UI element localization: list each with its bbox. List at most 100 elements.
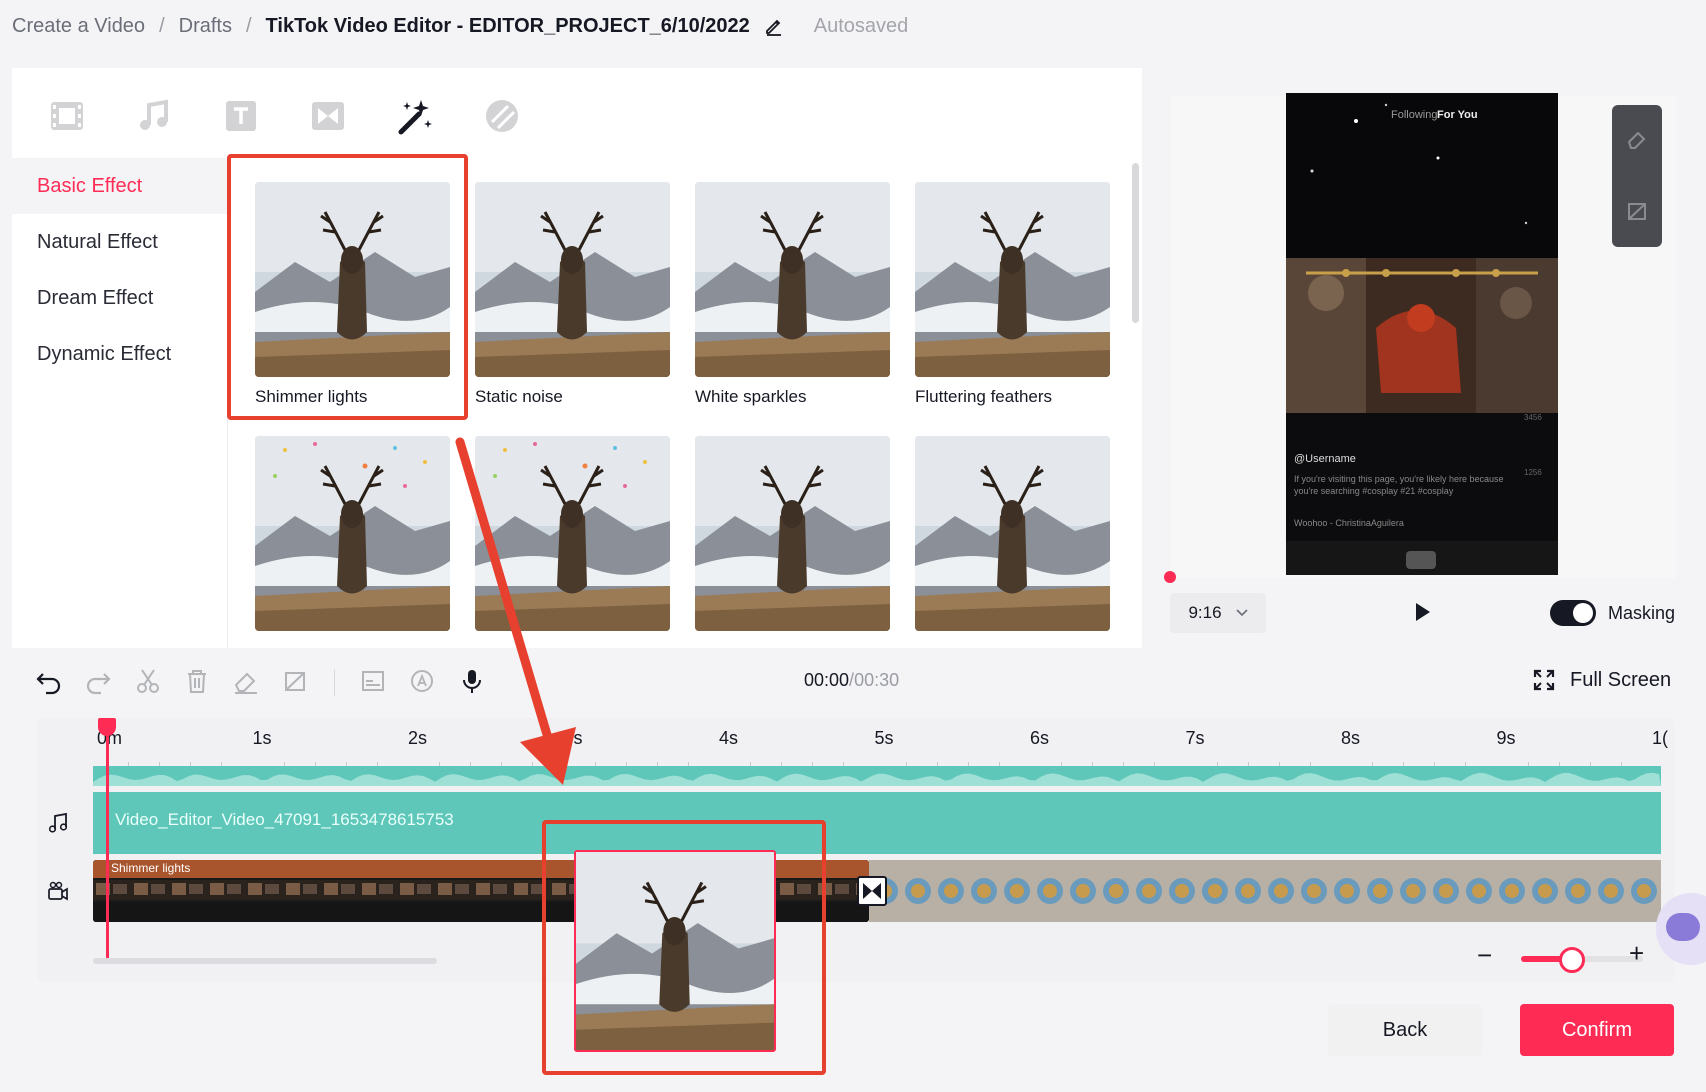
- category-dream-effect[interactable]: Dream Effect: [12, 270, 227, 326]
- fullscreen-label: Full Screen: [1570, 668, 1672, 691]
- category-dynamic-effect[interactable]: Dynamic Effect: [12, 326, 227, 382]
- microphone-icon[interactable]: [457, 666, 487, 696]
- video-camera-icon: [48, 881, 68, 901]
- effect-tile-white-sparkles[interactable]: White sparkles: [695, 182, 890, 407]
- phone-preview: Following For You @Username If you're vi…: [1286, 93, 1558, 575]
- video-clip-2[interactable]: [869, 860, 1661, 922]
- preview-side-tools: [1612, 105, 1662, 247]
- effect-tile[interactable]: [695, 436, 890, 641]
- ruler-label: 2s: [408, 728, 428, 748]
- eraser-icon[interactable]: [231, 666, 261, 696]
- video-icon[interactable]: [47, 96, 87, 136]
- aspect-ratio-value: 9:16: [1188, 603, 1222, 622]
- ruler-label: 1s: [252, 728, 272, 748]
- crop-icon[interactable]: [1625, 199, 1649, 223]
- progress-indicator[interactable]: [1164, 571, 1176, 583]
- phone-music: Woohoo - ChristinaAguilera: [1294, 518, 1404, 528]
- tutorial-highlight-box: [227, 154, 468, 420]
- effect-tile[interactable]: [915, 436, 1110, 641]
- ruler-label: 8s: [1341, 728, 1361, 748]
- effect-label: White sparkles: [695, 387, 807, 406]
- masking-toggle[interactable]: [1550, 600, 1596, 626]
- phone-preview-image: [1286, 93, 1558, 575]
- expand-icon: [1533, 669, 1555, 691]
- phone-caption: If you're visiting this page, you're lik…: [1294, 474, 1504, 496]
- effect-tile[interactable]: [475, 436, 670, 641]
- redo-icon[interactable]: [83, 666, 113, 696]
- category-natural-effect[interactable]: Natural Effect: [12, 214, 227, 270]
- transition-icon[interactable]: [308, 96, 348, 136]
- effect-thumbnail: [475, 436, 670, 631]
- effect-thumbnail: [695, 182, 890, 377]
- tutorial-highlight-box: [542, 820, 826, 1075]
- zoom-out-button[interactable]: −: [1477, 940, 1492, 971]
- effects-panel: Basic Effect Natural Effect Dream Effect…: [12, 68, 1142, 648]
- play-icon[interactable]: [1410, 600, 1434, 624]
- current-time: 00:00: [804, 670, 850, 690]
- effect-thumbnail: [255, 436, 450, 631]
- zoom-slider-handle[interactable]: [1559, 947, 1585, 973]
- timeline: 0m 1s 2s 3s 4s 5s 6s 7s 8s 9s 1( Video_Editor_Vide…: [37, 718, 1674, 982]
- ruler-label: 4s: [719, 728, 739, 748]
- music-icon[interactable]: [134, 96, 174, 136]
- transition-icon: [863, 883, 881, 899]
- breadcrumb-create-video[interactable]: Create a Video: [12, 15, 145, 38]
- toolbar-divider: [334, 670, 335, 696]
- breadcrumb: Create a Video / Drafts / TikTok Video E…: [12, 10, 908, 42]
- aspect-ratio-select[interactable]: 9:16: [1170, 593, 1266, 633]
- masking-label: Masking: [1608, 603, 1676, 623]
- ruler-label: 5s: [874, 728, 894, 748]
- eraser-icon[interactable]: [1625, 127, 1649, 151]
- timeline-scrollbar[interactable]: [93, 958, 437, 964]
- phone-share-count: 1256: [1524, 468, 1542, 477]
- total-time: 00:30: [854, 670, 900, 690]
- video-frames: [869, 860, 1661, 922]
- phone-like-count: 3456: [1524, 413, 1542, 422]
- effects-scrollbar[interactable]: [1132, 163, 1139, 323]
- confirm-button[interactable]: Confirm: [1520, 1004, 1674, 1056]
- audio-track[interactable]: Video_Editor_Video_47091_1653478615753: [93, 792, 1661, 854]
- ruler-label: 7s: [1185, 728, 1205, 748]
- effect-thumbnail: [695, 436, 890, 631]
- ruler-label: 9s: [1496, 728, 1516, 748]
- pencil-icon[interactable]: [764, 16, 784, 36]
- effect-tile[interactable]: [255, 436, 450, 641]
- ruler-label: 6s: [1030, 728, 1050, 748]
- fullscreen-button[interactable]: Full Screen: [1532, 668, 1671, 692]
- breadcrumb-separator: /: [159, 14, 165, 37]
- time-readout: 00:00/00:30: [804, 670, 899, 691]
- music-note-icon: [48, 812, 68, 833]
- effect-thumbnail: [475, 182, 670, 377]
- category-basic-effect[interactable]: Basic Effect: [12, 158, 227, 214]
- audio-waveform[interactable]: [93, 766, 1661, 786]
- playhead-handle[interactable]: [98, 718, 116, 736]
- crop-icon[interactable]: [280, 666, 310, 696]
- playhead[interactable]: [106, 718, 109, 958]
- subtitle-icon[interactable]: [358, 666, 388, 696]
- effect-thumbnail: [915, 436, 1110, 631]
- magic-wand-icon[interactable]: [395, 96, 435, 136]
- transition-marker[interactable]: [857, 876, 887, 906]
- ruler-label: 1(: [1652, 728, 1669, 748]
- back-button[interactable]: Back: [1328, 1004, 1482, 1056]
- breadcrumb-drafts[interactable]: Drafts: [179, 15, 232, 38]
- effect-tile-static-noise[interactable]: Static noise: [475, 182, 670, 407]
- effect-strip-label: Shimmer lights: [111, 861, 191, 875]
- scissors-icon[interactable]: [133, 666, 163, 696]
- ruler-label: 3s: [563, 728, 583, 748]
- text-icon[interactable]: [221, 96, 261, 136]
- trash-icon[interactable]: [182, 666, 212, 696]
- breadcrumb-separator: /: [245, 14, 252, 37]
- autosave-status: Autosaved: [813, 14, 909, 37]
- zoom-in-button[interactable]: +: [1629, 938, 1644, 969]
- sticker-icon[interactable]: [482, 96, 522, 136]
- chevron-down-icon: [1235, 609, 1248, 617]
- effect-label: Static noise: [475, 387, 563, 406]
- effect-category-list: Basic Effect Natural Effect Dream Effect…: [12, 158, 228, 648]
- auto-caption-icon[interactable]: [407, 666, 437, 696]
- undo-icon[interactable]: [34, 666, 64, 696]
- phone-username: @Username: [1294, 453, 1356, 465]
- audio-track-name: Video_Editor_Video_47091_1653478615753: [115, 810, 454, 829]
- phone-tab-following: Following: [1391, 109, 1438, 121]
- effect-tile-fluttering-feathers[interactable]: Fluttering feathers: [915, 182, 1110, 407]
